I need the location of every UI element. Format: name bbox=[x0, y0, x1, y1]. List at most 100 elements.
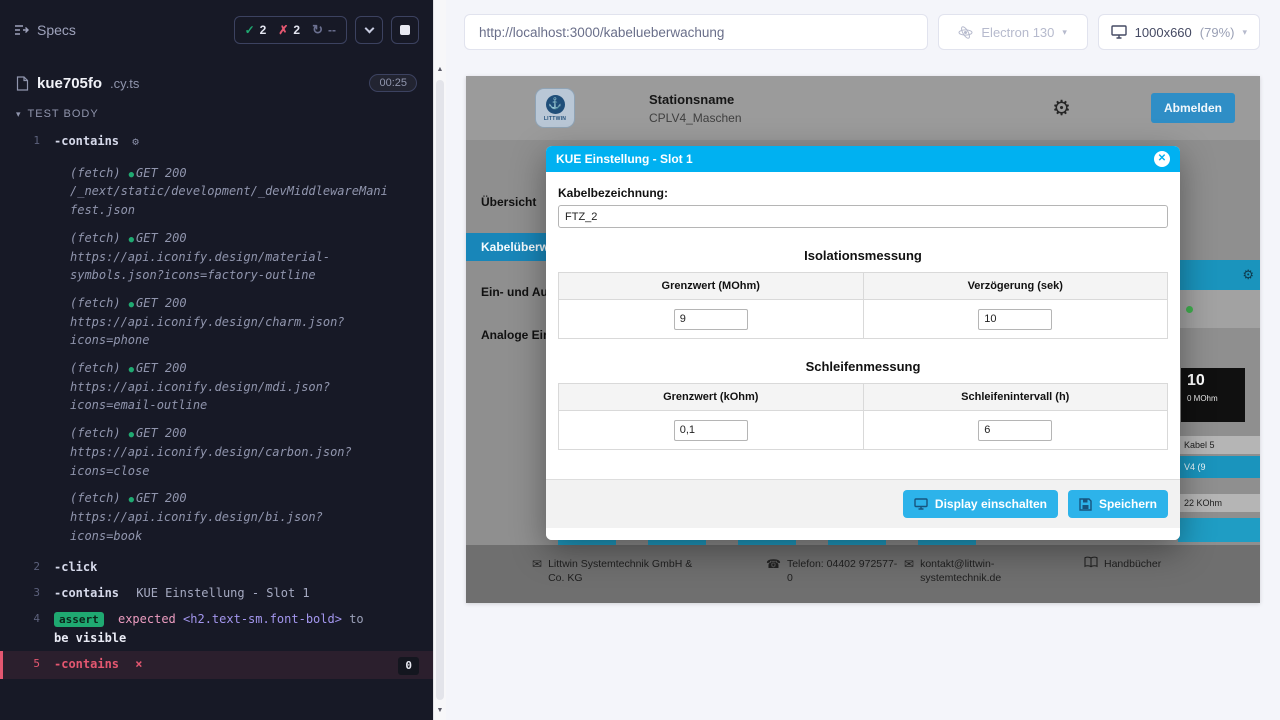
command-name: contains bbox=[54, 657, 119, 671]
command-number: 3 bbox=[0, 584, 54, 602]
network-log: (fetch)●GET 200 https://api.iconify.desi… bbox=[0, 424, 433, 480]
anchor-icon: ⚓ bbox=[546, 95, 565, 114]
url-bar[interactable]: http://localhost:3000/kabelueberwachung bbox=[464, 14, 928, 50]
monitor-icon bbox=[914, 498, 928, 510]
x-icon: ✗ bbox=[278, 23, 288, 37]
logout-button[interactable]: Abmelden bbox=[1151, 93, 1235, 123]
station-title: Stationsname bbox=[649, 92, 742, 107]
network-log: (fetch)●GET 200 https://api.iconify.desi… bbox=[0, 359, 433, 415]
reporter-header: Specs ✓ 2 ✗ 2 ↻ -- bbox=[0, 0, 433, 60]
background-device-panel: ⚙ 10 0 MOhm Kabel 5 V4 (9 22 KOhm bbox=[1178, 260, 1260, 545]
network-log: (fetch)●GET 200 https://api.iconify.desi… bbox=[0, 294, 433, 350]
spacer bbox=[1178, 328, 1260, 368]
floppy-disk-icon bbox=[1079, 498, 1092, 511]
loop-table: Grenzwert (kOhm) Schleifenintervall (h) bbox=[558, 383, 1168, 450]
isolation-table: Grenzwert (MOhm) Verzögerung (sek) bbox=[558, 272, 1168, 339]
display-on-button[interactable]: Display einschalten bbox=[903, 490, 1058, 518]
check-icon: ✓ bbox=[245, 23, 255, 37]
command-number: 1 bbox=[0, 132, 54, 150]
status-dot: ● bbox=[129, 300, 134, 310]
close-icon[interactable]: ✕ bbox=[1154, 151, 1170, 167]
command-row-assert[interactable]: 4 assert expected <h2.text-sm.font-bold>… bbox=[0, 606, 433, 651]
specs-list-icon bbox=[14, 23, 29, 37]
company-logo: ⚓ LITTWIN bbox=[536, 89, 574, 127]
aut-panel: http://localhost:3000/kabelueberwachung … bbox=[446, 0, 1280, 720]
command-name: contains bbox=[54, 586, 119, 600]
device-card-header: ⚙ bbox=[1178, 260, 1260, 290]
cable-name-label: Kabelbezeichnung: bbox=[558, 186, 1168, 200]
viewport-selector[interactable]: 1000x660 (79%) ▾ bbox=[1098, 14, 1260, 50]
spec-title-row[interactable]: kue705fo .cy.ts 00:25 bbox=[0, 60, 433, 102]
loop-col1-header: Grenzwert (kOhm) bbox=[559, 384, 864, 411]
scrollbar-thumb[interactable] bbox=[436, 80, 444, 700]
specs-label: Specs bbox=[37, 22, 76, 38]
aut-url: http://localhost:3000/kabelueberwachung bbox=[479, 25, 724, 40]
modal-footer: Display einschalten Speichern bbox=[546, 479, 1180, 528]
spec-duration-badge: 00:25 bbox=[369, 74, 417, 92]
gear-icon: ⚙ bbox=[132, 135, 139, 148]
status-dot bbox=[1186, 306, 1193, 313]
table-row bbox=[559, 411, 1168, 450]
specs-button[interactable]: Specs bbox=[14, 22, 76, 38]
status-dot: ● bbox=[129, 235, 134, 245]
cable-label: Kabel 5 bbox=[1178, 436, 1260, 454]
mail-icon: ✉ bbox=[532, 556, 542, 585]
runner-toolbar: http://localhost:3000/kabelueberwachung … bbox=[446, 0, 1280, 64]
fail-x-icon: × bbox=[135, 657, 142, 671]
stop-run-button[interactable] bbox=[391, 16, 419, 44]
assert-expected: expected bbox=[118, 612, 176, 626]
save-button[interactable]: Speichern bbox=[1068, 490, 1168, 518]
spacer bbox=[546, 450, 1180, 479]
reporter-panel: Specs ✓ 2 ✗ 2 ↻ -- bbox=[0, 0, 433, 720]
refresh-icon: ↻ bbox=[312, 22, 323, 38]
command-row-failed[interactable]: 5 contains × 0 bbox=[0, 651, 433, 680]
stop-icon bbox=[400, 25, 410, 35]
book-icon bbox=[1084, 556, 1098, 568]
modal-body: Kabelbezeichnung: Isolationsmessung Gren… bbox=[546, 172, 1180, 450]
isolation-delay-input[interactable] bbox=[978, 309, 1052, 330]
caret-down-icon: ▾ bbox=[16, 109, 22, 120]
network-log: (fetch)●GET 200 https://api.iconify.desi… bbox=[0, 489, 433, 545]
cable-name-input[interactable] bbox=[558, 205, 1168, 228]
assert-to: to bbox=[349, 612, 363, 626]
app-under-test: ⚓ LITTWIN Stationsname CPLV4_Maschen ⚙ A… bbox=[466, 76, 1260, 603]
chevron-down-icon bbox=[364, 24, 374, 34]
stat-failed: ✗ 2 bbox=[278, 23, 300, 37]
cable-button-stub[interactable] bbox=[1178, 518, 1260, 542]
email-icon: ✉ bbox=[904, 556, 914, 585]
measurement-unit: 0 MOhm bbox=[1187, 394, 1239, 403]
test-body-section-toggle[interactable]: ▾ TEST BODY bbox=[0, 102, 433, 128]
settings-gear-icon[interactable]: ⚙ bbox=[1052, 96, 1071, 121]
command-row[interactable]: 1 contains ⚙ bbox=[0, 128, 433, 155]
assert-condition: be visible bbox=[54, 631, 126, 645]
cable-row[interactable]: V4 (9 bbox=[1178, 456, 1260, 478]
test-stats: ✓ 2 ✗ 2 ↻ -- bbox=[234, 16, 347, 44]
command-name: click bbox=[54, 560, 97, 574]
footer-manuals[interactable]: Handbücher bbox=[1084, 557, 1161, 571]
chevron-down-icon: ▾ bbox=[1062, 27, 1067, 38]
status-dot: ● bbox=[129, 430, 134, 440]
gear-icon[interactable]: ⚙ bbox=[1242, 267, 1254, 283]
command-row[interactable]: 2 click bbox=[0, 554, 433, 580]
aut-stage: ⚓ LITTWIN Stationsname CPLV4_Maschen ⚙ A… bbox=[446, 64, 1280, 720]
scroll-up-arrow[interactable]: ▲ bbox=[434, 66, 446, 73]
spec-extension: .cy.ts bbox=[110, 76, 139, 91]
command-log: 1 contains ⚙ (fetch)●GET 200 /_next/stat… bbox=[0, 128, 433, 679]
station-info: Stationsname CPLV4_Maschen bbox=[649, 92, 742, 125]
spec-name: kue705fo bbox=[37, 75, 102, 92]
loop-interval-input[interactable] bbox=[978, 420, 1052, 441]
isolation-limit-input[interactable] bbox=[674, 309, 748, 330]
isolation-col1-header: Grenzwert (MOhm) bbox=[559, 273, 864, 300]
reporter-scrollbar[interactable]: ▲ ▼ bbox=[433, 0, 446, 720]
loop-limit-input[interactable] bbox=[674, 420, 748, 441]
spec-file-icon bbox=[16, 76, 29, 91]
command-row[interactable]: 3 contains KUE Einstellung - Slot 1 bbox=[0, 580, 433, 606]
scroll-down-arrow[interactable]: ▼ bbox=[434, 707, 446, 714]
assert-badge: assert bbox=[54, 612, 104, 627]
browser-selector[interactable]: Electron 130 ▾ bbox=[938, 14, 1088, 50]
modal-bottom-padding bbox=[546, 528, 1180, 540]
nav-item-uebersicht[interactable]: Übersicht bbox=[481, 195, 536, 209]
footer-email[interactable]: ✉ kontakt@littwin-systemtechnik.de bbox=[904, 557, 1020, 585]
collapse-button[interactable] bbox=[355, 16, 383, 44]
browser-label: Electron 130 bbox=[981, 25, 1054, 40]
